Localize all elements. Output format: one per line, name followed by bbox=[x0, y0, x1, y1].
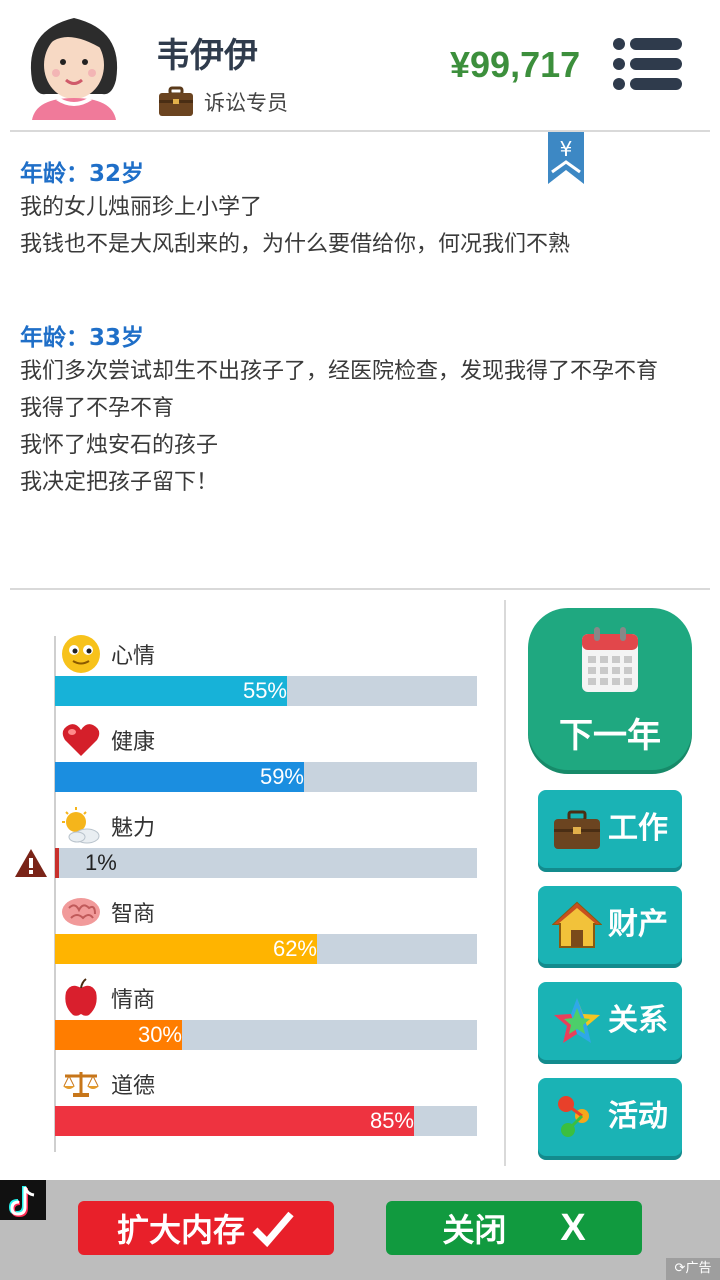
apple-icon bbox=[65, 978, 97, 1016]
stat-health: 健康 59% bbox=[55, 720, 477, 806]
stat-label: 智商 bbox=[111, 902, 156, 927]
stat-label: 魅力 bbox=[111, 816, 156, 841]
brain-icon bbox=[62, 898, 100, 926]
player-name: 韦伊伊 bbox=[156, 36, 258, 76]
stat-iq: 智商 62% bbox=[55, 892, 477, 978]
assets-label: 财产 bbox=[608, 907, 668, 942]
stat-label: 道德 bbox=[111, 1074, 156, 1099]
log-entry: 年龄：32岁 我的女儿烛丽珍上小学了 我钱也不是大风刮来的，为什么要借给你，何况… bbox=[20, 156, 700, 260]
close-ad-button[interactable]: 关闭 X bbox=[386, 1201, 642, 1255]
briefcase-icon bbox=[159, 86, 193, 116]
stat-label: 情商 bbox=[111, 988, 156, 1013]
briefcase-icon bbox=[554, 810, 600, 849]
heart-icon bbox=[62, 724, 100, 756]
ad-tag-text: 广告 bbox=[685, 1261, 712, 1276]
log-divider bbox=[10, 588, 710, 590]
stat-bar: 55% bbox=[55, 676, 477, 706]
expand-memory-label: 扩大内存 bbox=[116, 1211, 245, 1249]
header: 韦伊伊 诉讼专员 ¥99,717 bbox=[0, 0, 720, 130]
stat-charm: 魅力 1% bbox=[55, 806, 477, 892]
stat-label: 健康 bbox=[111, 730, 156, 755]
log-event: 我决定把孩子留下！ bbox=[20, 470, 219, 495]
checkmark-icon bbox=[252, 1211, 294, 1248]
star-icon bbox=[554, 998, 600, 1043]
work-label: 工作 bbox=[608, 811, 668, 846]
stat-mood: 心情 55% bbox=[55, 634, 477, 720]
stat-bar-fill bbox=[55, 848, 59, 878]
age-heading: 年龄：32岁 bbox=[20, 161, 145, 187]
stat-bar: 59% bbox=[55, 762, 477, 792]
next-year-button[interactable]: 下一年 bbox=[528, 608, 692, 770]
stat-header: 情商 bbox=[61, 978, 155, 1018]
ad-banner: 扩大内存 关闭 X ⟳广告 bbox=[0, 1180, 720, 1280]
menu-icon[interactable] bbox=[612, 36, 684, 92]
calendar-icon bbox=[582, 627, 638, 692]
stat-bar-fill bbox=[55, 1106, 414, 1136]
activity-dots-icon bbox=[558, 1096, 589, 1137]
stat-bar: 1% bbox=[55, 848, 477, 878]
panel-divider bbox=[504, 600, 506, 1166]
sun-cloud-icon bbox=[62, 807, 100, 844]
tiktok-logo-icon bbox=[0, 1180, 46, 1220]
refresh-icon: ⟳ bbox=[674, 1261, 686, 1276]
activities-button[interactable]: 活动 bbox=[538, 1078, 682, 1156]
log-entry: 年龄：33岁 我们多次尝试却生不出孩子了，经医院检查，发现我得了不孕不育 我得了… bbox=[20, 320, 700, 498]
stat-bar: 85% bbox=[55, 1106, 477, 1136]
stat-header: 健康 bbox=[61, 720, 155, 760]
stat-morality: 道德 85% bbox=[55, 1064, 477, 1150]
life-log: 年龄：32岁 我的女儿烛丽珍上小学了 我钱也不是大风刮来的，为什么要借给你，何况… bbox=[20, 156, 700, 504]
job-info: 诉讼专员 bbox=[158, 86, 288, 118]
close-ad-label: 关闭 bbox=[442, 1211, 507, 1249]
header-divider bbox=[10, 130, 710, 132]
house-icon bbox=[552, 901, 602, 948]
activities-label: 活动 bbox=[608, 1099, 668, 1134]
relations-label: 关系 bbox=[608, 1003, 668, 1038]
ad-label: ⟳广告 bbox=[666, 1258, 720, 1280]
log-event: 我钱也不是大风刮来的，为什么要借给你，何况我们不熟 bbox=[20, 232, 571, 257]
relations-button[interactable]: 关系 bbox=[538, 982, 682, 1060]
stat-bar: 30% bbox=[55, 1020, 477, 1050]
stat-percent: 55% bbox=[242, 678, 287, 703]
stat-percent: 30% bbox=[137, 1022, 182, 1047]
game-screen: 韦伊伊 诉讼专员 ¥99,717 ¥ 年龄：32岁 我的女儿烛丽珍上小学了 我钱… bbox=[0, 0, 720, 1280]
close-icon: X bbox=[560, 1206, 586, 1249]
stat-header: 魅力 bbox=[61, 806, 155, 846]
log-event: 我们多次尝试却生不出孩子了，经医院检查，发现我得了不孕不育 bbox=[20, 359, 659, 384]
money-balance: ¥99,717 bbox=[450, 44, 581, 85]
log-event: 我得了不孕不育 bbox=[20, 396, 175, 421]
expand-memory-button[interactable]: 扩大内存 bbox=[78, 1201, 334, 1255]
age-heading: 年龄：33岁 bbox=[20, 325, 145, 351]
scales-icon bbox=[63, 1072, 99, 1097]
next-year-label: 下一年 bbox=[559, 716, 661, 756]
stat-percent: 1% bbox=[85, 850, 117, 875]
stat-eq: 情商 30% bbox=[55, 978, 477, 1064]
stat-percent: 85% bbox=[369, 1108, 414, 1133]
assets-button[interactable]: 财产 bbox=[538, 886, 682, 964]
smiley-icon bbox=[62, 635, 100, 673]
warning-icon bbox=[15, 849, 47, 877]
stat-bar: 62% bbox=[55, 934, 477, 964]
log-event: 我怀了烛安石的孩子 bbox=[20, 433, 219, 458]
work-button[interactable]: 工作 bbox=[538, 790, 682, 868]
job-title: 诉讼专员 bbox=[204, 91, 288, 115]
log-event: 我的女儿烛丽珍上小学了 bbox=[20, 195, 263, 220]
stat-header: 智商 bbox=[61, 892, 155, 932]
stat-label: 心情 bbox=[111, 644, 156, 669]
stat-header: 心情 bbox=[61, 634, 155, 674]
avatar[interactable] bbox=[22, 10, 126, 120]
stat-percent: 62% bbox=[272, 936, 317, 961]
stat-header: 道德 bbox=[61, 1064, 155, 1104]
stat-percent: 59% bbox=[259, 764, 304, 789]
